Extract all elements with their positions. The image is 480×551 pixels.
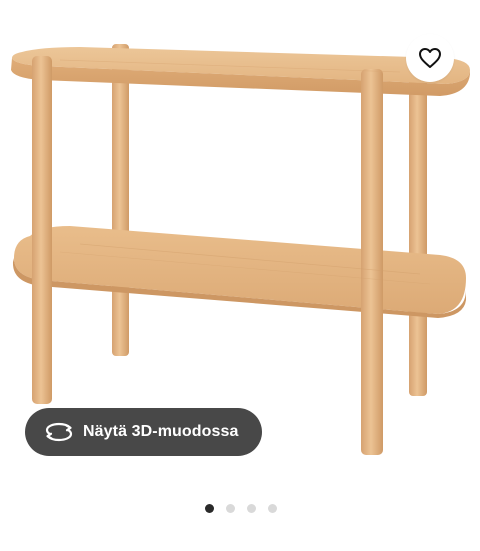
view-in-3d-button[interactable]: Näytä 3D-muodossa: [25, 408, 262, 456]
carousel-dot[interactable]: [247, 504, 256, 513]
carousel-dot[interactable]: [205, 504, 214, 513]
carousel-dot[interactable]: [226, 504, 235, 513]
carousel-indicator: [205, 504, 277, 513]
rotate-360-icon: [45, 421, 73, 443]
favorite-button[interactable]: [406, 34, 454, 82]
carousel-dot[interactable]: [268, 504, 277, 513]
product-gallery: Näytä 3D-muodossa: [0, 0, 480, 551]
heart-icon: [419, 48, 441, 68]
view-in-3d-label: Näytä 3D-muodossa: [83, 423, 239, 440]
product-image: [11, 44, 470, 455]
